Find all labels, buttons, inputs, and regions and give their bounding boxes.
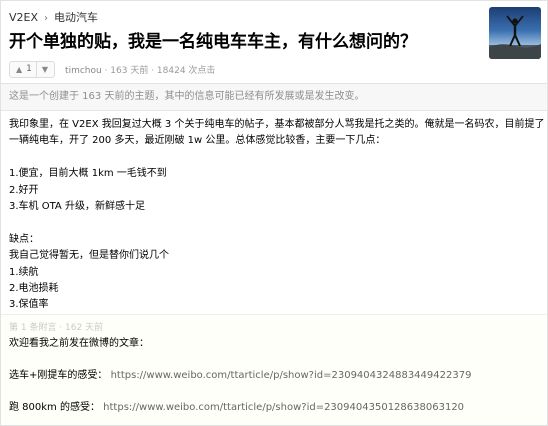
content-line: 一辆纯电车，开了 200 多天，最近刚破 1w 公里。总体感觉比较香，主要一下几…: [9, 135, 386, 147]
content-line: 3.车机 OTA 升级，新鲜感十足: [9, 201, 145, 213]
breadcrumb: V2EX › 电动汽车: [9, 9, 98, 25]
content-line: 缺点：: [9, 233, 39, 245]
topic-page: V2EX › 电动汽车 开个单独的贴，我是一名纯电车车主，有什么想问的？ ▲ 1 ▼…: [0, 0, 548, 426]
content-line: 1.便宜，目前大概 1km 一毛钱不到: [9, 168, 167, 180]
downvote-icon: ▼: [41, 64, 49, 74]
vote-count: 1: [26, 64, 32, 74]
topic-title: 开个单独的贴，我是一名纯电车车主，有什么想问的？: [9, 32, 417, 52]
content-line: 3.保值率: [9, 299, 49, 311]
append-link-row-2: 跑 800km 的感受： https://www.weibo.com/ttart…: [9, 400, 539, 416]
append-body: 欢迎看我之前发在微博的文章： 选车+刚提车的感受： https://www.we…: [9, 336, 539, 416]
vote-control: ▲ 1 ▼: [9, 60, 56, 78]
content-line: 1.续航: [9, 266, 39, 278]
append-intro: 欢迎看我之前发在微博的文章：: [9, 338, 149, 349]
topic-meta: ▲ 1 ▼ timchou · 163 天前 · 18424 次点击: [9, 60, 215, 78]
downvote-button[interactable]: ▼: [35, 61, 54, 77]
content-line: 我印象里，在 V2EX 我回复过大概 3 个关于纯电车的帖子，基本都被部分人骂我…: [9, 119, 545, 130]
weibo-article-link-2[interactable]: https://www.weibo.com/ttarticle/p/show?i…: [103, 402, 464, 413]
append-link-label-2: 跑 800km 的感受：: [9, 402, 100, 413]
append-link-row-1: 选车+刚提车的感受： https://www.weibo.com/ttartic…: [9, 368, 539, 384]
avatar[interactable]: [489, 7, 541, 59]
breadcrumb-separator-icon: ›: [44, 13, 49, 24]
topic-meta-text: · 163 天前 · 18424 次点击: [101, 65, 216, 76]
append-header: 第 1 条附言 · 162 天前: [9, 323, 104, 333]
outdated-notice: 这是一个创建于 163 天前的主题，其中的信息可能已经有所发展或是发生改变。: [1, 84, 547, 111]
weibo-article-link-1[interactable]: https://www.weibo.com/ttarticle/p/show?i…: [111, 370, 472, 381]
upvote-button[interactable]: ▲ 1: [10, 62, 36, 77]
content-blank-line: [9, 150, 539, 166]
topic-content: 我印象里，在 V2EX 我回复过大概 3 个关于纯电车的帖子，基本都被部分人骂我…: [9, 117, 545, 314]
content-line: 2.电池损耗: [9, 283, 59, 295]
content-line: 我自己觉得暂无，但是替你们说几个: [9, 250, 169, 262]
breadcrumb-node-link[interactable]: 电动汽车: [54, 11, 98, 24]
avatar-figure-icon: [489, 15, 541, 59]
topic-info: timchou · 163 天前 · 18424 次点击: [65, 63, 215, 76]
content-blank-line: [9, 215, 539, 231]
append-link-label-1: 选车+刚提车的感受：: [9, 370, 108, 381]
upvote-icon: ▲: [16, 64, 23, 74]
content-line: 2.好开: [9, 184, 39, 196]
author-link[interactable]: timchou: [65, 66, 102, 76]
breadcrumb-site-link[interactable]: V2EX: [9, 11, 38, 24]
topic-append: 第 1 条附言 · 162 天前 欢迎看我之前发在微博的文章： 选车+刚提车的感…: [1, 314, 547, 425]
topic-header: V2EX › 电动汽车 开个单独的贴，我是一名纯电车车主，有什么想问的？ ▲ 1 ▼…: [1, 1, 547, 84]
